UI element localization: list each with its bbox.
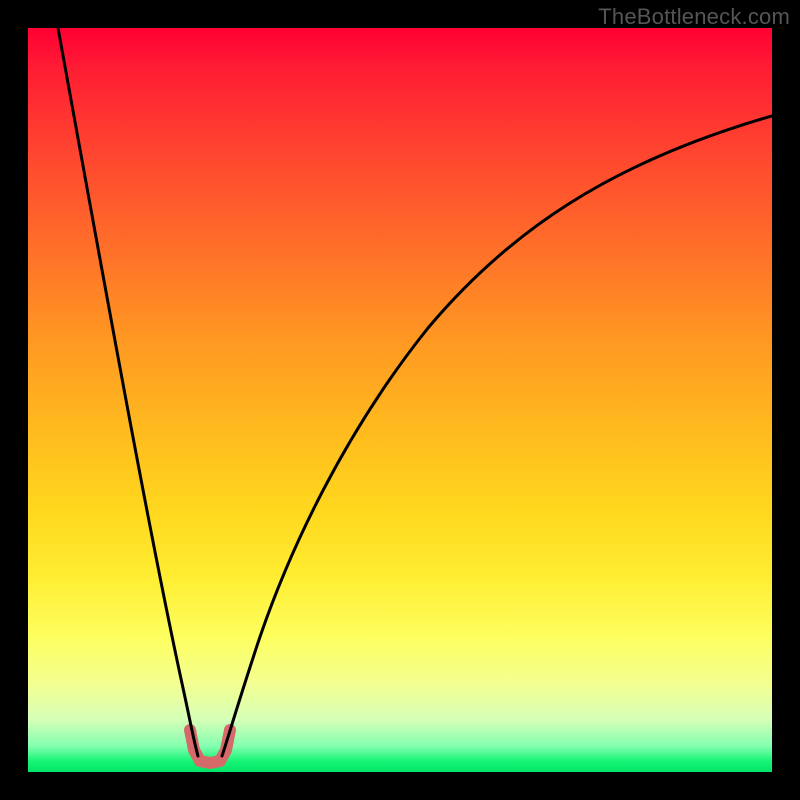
chart-frame: TheBottleneck.com (0, 0, 800, 800)
curve-svg (28, 28, 772, 772)
curve-right-branch (222, 116, 772, 756)
curve-left-branch (58, 28, 198, 756)
watermark-text: TheBottleneck.com (598, 4, 790, 30)
plot-area (28, 28, 772, 772)
